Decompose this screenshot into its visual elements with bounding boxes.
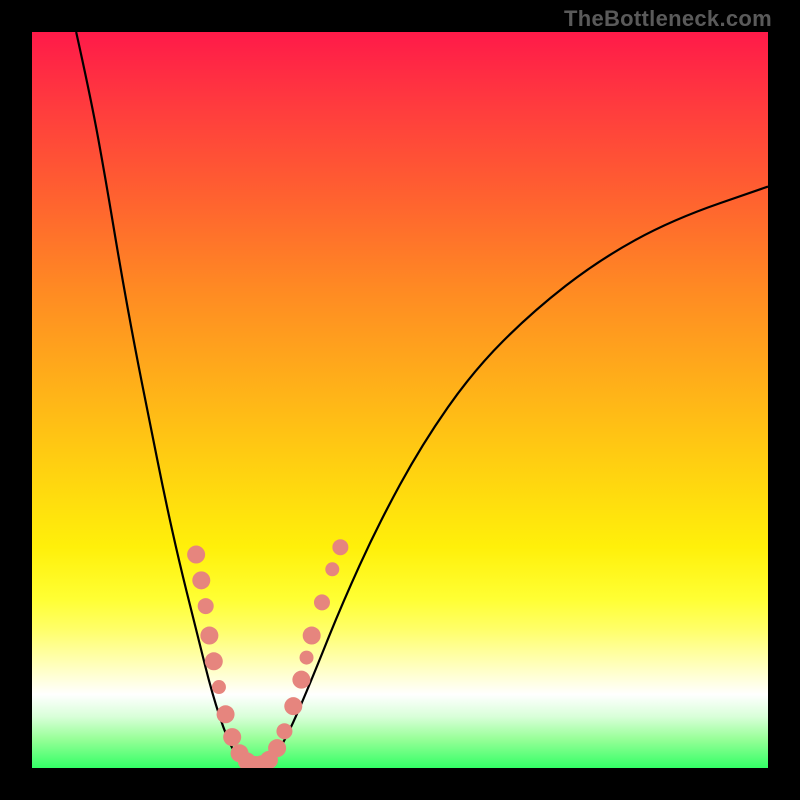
data-marker <box>325 562 339 576</box>
data-marker <box>223 728 241 746</box>
chart-frame: TheBottleneck.com <box>0 0 800 800</box>
data-marker <box>205 652 223 670</box>
data-marker <box>212 680 226 694</box>
data-marker <box>303 627 321 645</box>
data-marker <box>200 627 218 645</box>
data-marker <box>192 571 210 589</box>
data-marker <box>198 598 214 614</box>
data-marker <box>187 546 205 564</box>
chart-svg <box>0 0 800 800</box>
data-marker <box>332 539 348 555</box>
data-marker <box>292 671 310 689</box>
data-marker <box>217 705 235 723</box>
bottleneck-curve <box>76 32 768 766</box>
data-marker <box>268 739 286 757</box>
data-marker <box>314 594 330 610</box>
data-marker <box>276 723 292 739</box>
data-marker <box>284 697 302 715</box>
data-marker <box>300 651 314 665</box>
